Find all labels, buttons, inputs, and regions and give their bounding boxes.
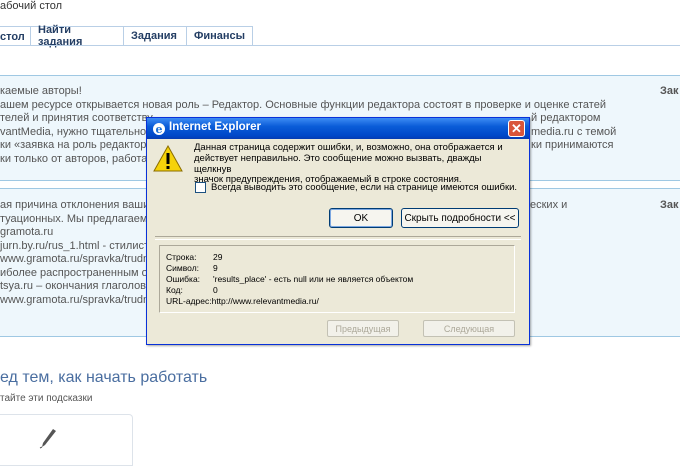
detail-label: Строка: [166,252,197,262]
warning-icon [153,145,183,172]
section-subheading: тайте эти подсказки [0,393,93,404]
tab-tasks[interactable]: Задания [124,26,187,46]
dialog-title: Internet Explorer [169,121,262,133]
tips-link[interactable]: gramota.ru [0,226,157,240]
svg-text:e: e [156,123,163,136]
tips-line: иболее распространенным ош [0,266,157,279]
announcement-right-line: ки принимаются [531,139,614,151]
error-details-box: Строка: 29 Символ: 9 Ошибка: 'results_pl… [159,245,515,313]
tips-line: туационных. Мы предлагаем в [0,212,157,225]
detail-value: http://www.relevantmedia.ru/ [211,296,319,306]
announcement-right-text: й редактором media.ru с темой ки принима… [531,112,616,153]
detail-label: Символ: [166,263,200,273]
detail-row-url: URL-адрес:http://www.relevantmedia.ru/ [166,296,319,306]
tabs-divider [0,45,680,46]
close-button[interactable]: ✕ [508,120,525,137]
announcement-right-line: й редактором [531,112,601,124]
tab-desktop[interactable]: стол [0,26,31,46]
ie-icon: e [153,123,165,136]
dialog-titlebar[interactable]: e Internet Explorer ✕ [147,118,529,139]
tips-link[interactable]: www.gramota.ru/spravka/trudno [0,294,157,308]
tips-text: ая причина отклонения ваших туационных. … [0,199,157,307]
close-link[interactable]: Зак [660,199,679,211]
tab-finance[interactable]: Финансы [187,26,253,46]
tips-link[interactable]: tsya.ru – окончания глаголов [0,280,157,294]
detail-label: Ошибка: [166,274,201,284]
detail-label: URL-адрес: [166,296,212,306]
main-tabs: стол Найти задания Задания Финансы [0,24,253,48]
announcement-line: каемые авторы! [0,85,82,97]
previous-button[interactable]: Предыдущая [327,320,399,337]
pen-icon [39,429,56,449]
tab-find-tasks[interactable]: Найти задания [31,24,124,48]
ok-button[interactable]: OK [329,208,393,228]
breadcrumb: абочий стол [0,0,63,12]
section-heading: ед тем, как начать работать [0,369,208,386]
hint-card[interactable] [0,414,133,466]
tips-link[interactable]: jurn.by.ru/rus_1.html - стилист [0,240,157,254]
next-button[interactable]: Следующая [423,320,515,337]
announcement-line: ашем ресурсе открывается новая роль – Ре… [0,98,606,111]
tips-link[interactable]: www.gramota.ru/spravka/trudno [0,253,157,267]
detail-label: Код: [166,285,183,295]
detail-value: 9 [213,263,218,273]
dialog-separator [155,236,521,240]
dialog-message-line: действует неправильно. Это сообщение мож… [194,152,482,175]
detail-value: 'results_place' - есть null или не являе… [213,274,414,284]
tips-line: ая причина отклонения ваших [0,199,155,211]
detail-value: 0 [213,285,218,295]
detail-value: 29 [213,252,223,262]
tips-right-text: еских и [530,199,568,211]
hide-details-button[interactable]: Скрыть подробности << [401,208,519,228]
always-show-checkbox[interactable] [195,182,206,193]
ie-error-dialog: e Internet Explorer ✕ Данная страница со… [146,117,530,345]
close-link[interactable]: Зак [660,85,679,97]
announcement-right-line: media.ru с темой [531,125,617,138]
dialog-message: Данная страница содержит ошибки, и, возм… [194,142,504,186]
always-show-label[interactable]: Всегда выводить это сообщение, если на с… [211,182,517,193]
